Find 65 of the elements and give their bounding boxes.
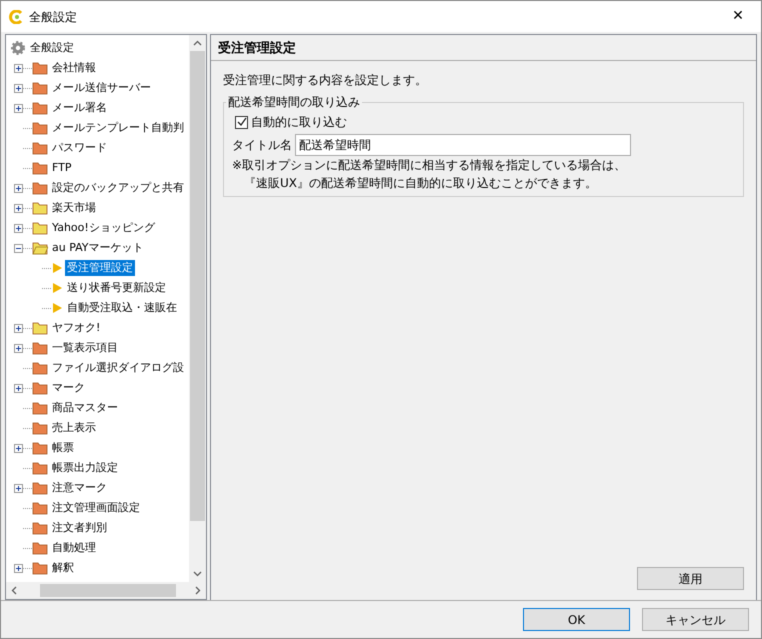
tree-item[interactable]: 帳票 xyxy=(50,440,76,456)
tree-item[interactable]: 送り状番号更新設定 xyxy=(65,280,168,296)
close-button[interactable]: ✕ xyxy=(715,2,761,32)
dialog-button[interactable]: OK xyxy=(523,608,630,631)
tree-item[interactable]: ヤフオク! xyxy=(50,320,102,336)
panel-title: 受注管理設定 xyxy=(211,35,756,61)
tree-item[interactable]: メールテンプレート自動判 xyxy=(50,120,186,136)
tree-item[interactable]: メール署名 xyxy=(50,100,109,116)
dialog-button[interactable]: キャンセル xyxy=(642,608,749,631)
tree-item[interactable]: 注文者判別 xyxy=(50,520,109,536)
gear-icon xyxy=(10,40,26,56)
tree-item[interactable]: 自動受注取込・速販在 xyxy=(65,300,179,316)
tree-item[interactable]: 一覧表示項目 xyxy=(50,340,120,356)
title-input-field[interactable]: 配送希望時間 xyxy=(295,134,631,156)
tree-item[interactable]: 注文管理画面設定 xyxy=(50,500,142,516)
app-logo-icon xyxy=(9,10,23,24)
plus-box-icon[interactable] xyxy=(14,64,23,72)
tree-item[interactable]: ファイル選択ダイアログ設 xyxy=(50,360,186,376)
checkbox[interactable] xyxy=(235,116,248,128)
tree-item[interactable]: 受注管理設定 xyxy=(65,260,135,276)
plus-box-icon[interactable] xyxy=(14,104,23,112)
note-text: ※取引オプションに配送希望時間に相当する情報を指定している場合は、 xyxy=(232,157,628,174)
tree-item[interactable]: 注意マーク xyxy=(50,480,109,496)
tree-item[interactable]: au PAYマーケット xyxy=(50,240,146,256)
tree-item[interactable]: 商品マスター xyxy=(50,400,120,416)
scroll-left-icon[interactable] xyxy=(11,586,17,595)
tree-item[interactable]: 設定のバックアップと共有 xyxy=(50,180,186,196)
triangle-icon xyxy=(51,302,63,314)
plus-box-icon[interactable] xyxy=(14,224,23,232)
plus-box-icon[interactable] xyxy=(14,444,23,452)
tree-item[interactable]: 楽天市場 xyxy=(50,200,98,216)
tree-item[interactable]: 解釈 xyxy=(50,560,76,576)
plus-box-icon[interactable] xyxy=(14,564,23,572)
plus-box-icon[interactable] xyxy=(14,384,23,392)
tree-item[interactable]: 帳票出力設定 xyxy=(50,460,120,476)
triangle-icon xyxy=(51,282,63,294)
horizontal-scrollbar[interactable] xyxy=(6,582,206,599)
group-legend: 配送希望時間の取り込み xyxy=(226,95,362,110)
tree-item[interactable]: マーク xyxy=(50,380,87,396)
note-text: 『速販UX』の配送希望時間に自動的に取り込むことができます。 xyxy=(243,175,598,192)
vertical-scrollbar[interactable] xyxy=(189,35,206,582)
tree-item[interactable]: 売上表示 xyxy=(50,420,98,436)
scroll-right-icon[interactable] xyxy=(195,586,201,595)
plus-box-icon[interactable] xyxy=(14,84,23,92)
tree-item[interactable]: パスワード xyxy=(50,140,109,156)
plus-box-icon[interactable] xyxy=(14,184,23,192)
tree-item[interactable]: メール送信サーバー xyxy=(50,80,153,96)
tree-item[interactable]: 全般設定 xyxy=(28,40,76,56)
plus-box-icon[interactable] xyxy=(14,324,23,332)
description-text: 受注管理に関する内容を設定します。 xyxy=(223,72,428,89)
tree-item[interactable]: 会社情報 xyxy=(50,60,98,76)
apply-button[interactable]: 適用 xyxy=(637,567,744,590)
scroll-up-icon[interactable] xyxy=(193,40,202,46)
field-label: タイトル名 xyxy=(232,137,292,154)
tree-item[interactable]: FTP xyxy=(50,160,74,176)
tree-item[interactable]: Yahoo!ショッピング xyxy=(50,220,157,236)
plus-box-icon[interactable] xyxy=(14,484,23,492)
minus-box-icon[interactable] xyxy=(14,244,23,252)
triangle-icon xyxy=(51,262,63,274)
scroll-down-icon[interactable] xyxy=(193,571,202,577)
checkbox-label[interactable]: 自動的に取り込む xyxy=(251,113,347,131)
plus-box-icon[interactable] xyxy=(14,204,23,212)
window-title: 全般設定 xyxy=(29,8,77,26)
tree-item[interactable]: 自動処理 xyxy=(50,540,98,556)
plus-box-icon[interactable] xyxy=(14,344,23,352)
